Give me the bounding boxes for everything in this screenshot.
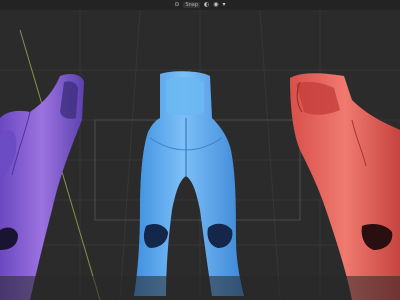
snap-dropdown[interactable]: Snap	[183, 2, 201, 8]
shading-icon[interactable]: ◉	[213, 2, 218, 8]
snap-label: Snap	[185, 2, 199, 8]
snap-icon[interactable]: ⊙	[174, 2, 179, 8]
viewport-bottom-overlay	[0, 276, 400, 300]
dropdown-chevron-icon[interactable]: ▾	[223, 2, 226, 8]
overlay-icon[interactable]: ◐	[204, 2, 209, 8]
3d-viewport[interactable]	[0, 10, 400, 300]
